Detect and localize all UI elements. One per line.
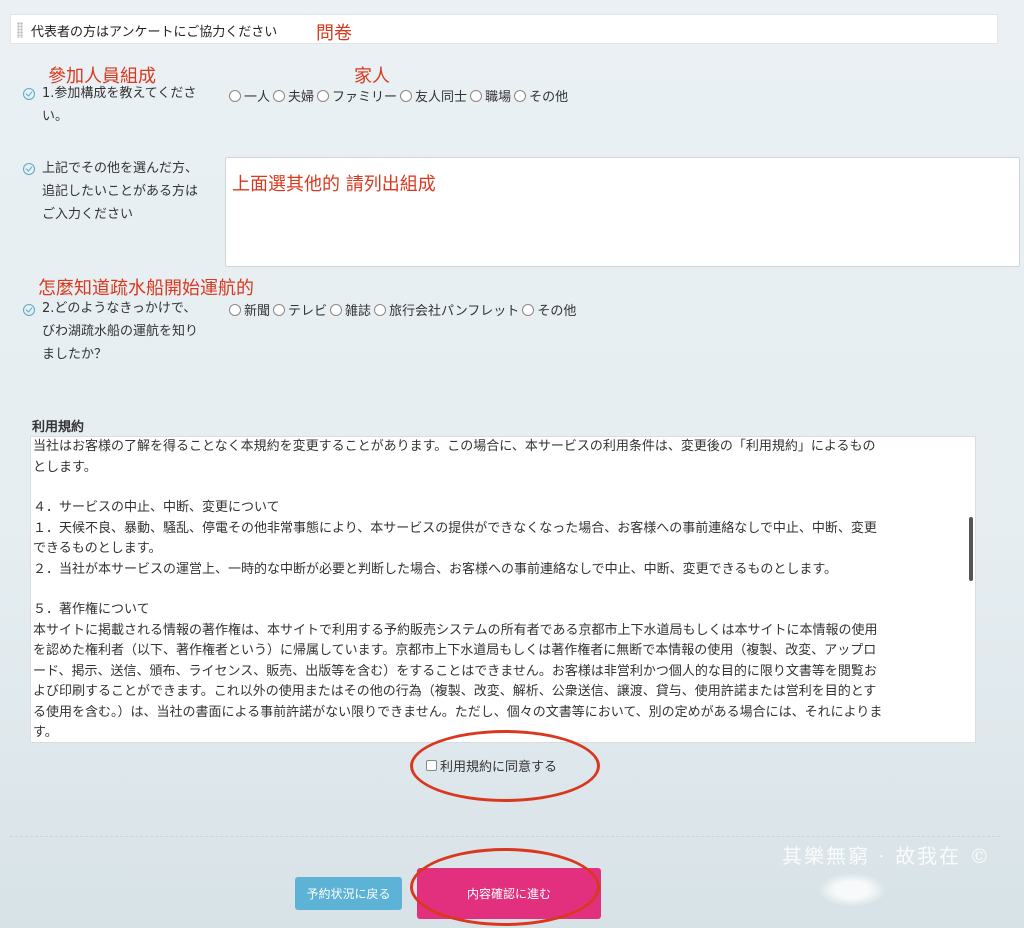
- terms-line: る使用を含む。）は、当社の書面による事前許諾がない限りできません。ただし、個々の…: [33, 704, 883, 720]
- terms-line: ２．当社が本サービスの運営上、一時的な中断が必要と判断した場合、お客様への事前連…: [33, 561, 838, 577]
- terms-scrollbar[interactable]: [969, 517, 973, 581]
- annotation-circle-agree: [410, 730, 600, 802]
- terms-line: ード、掲示、送信、頒布、ライセンス、販売、出版等を含む）をすることはできません。…: [33, 663, 877, 679]
- required-check-icon: [23, 163, 35, 175]
- annotation-circle-next: [410, 848, 600, 926]
- q1-option-friends[interactable]: 友人同士: [400, 86, 467, 105]
- terms-line: １．天候不良、暴動、騒乱、停電その他非常事態により、本サービスの提供ができなくな…: [33, 520, 877, 536]
- annotation-other: 上面選其他的 請列出組成: [232, 174, 436, 195]
- terms-line: ４．サービスの中止、中断、変更について: [33, 500, 280, 515]
- radio-button[interactable]: [470, 89, 483, 102]
- radio-button[interactable]: [273, 89, 286, 102]
- required-check-icon: [23, 304, 35, 316]
- q1-options: 一人 夫婦 ファミリー 友人同士 職場 その他: [229, 86, 571, 105]
- q1-option-family[interactable]: ファミリー: [317, 86, 397, 105]
- radio-button[interactable]: [374, 303, 387, 316]
- required-check-icon: [23, 88, 35, 100]
- terms-text: 当社はお客様の了解を得ることなく本規約を変更することがあります。この場合に、本サ…: [33, 437, 963, 742]
- radio-button[interactable]: [514, 89, 527, 102]
- q1-option-couple[interactable]: 夫婦: [273, 86, 314, 105]
- divider: [10, 836, 1000, 837]
- radio-button[interactable]: [229, 89, 241, 102]
- q2-option-other[interactable]: その他: [522, 300, 576, 319]
- back-to-reservation-button[interactable]: 予約状況に戻る: [295, 877, 402, 910]
- radio-button[interactable]: [522, 303, 535, 316]
- q1-option-other[interactable]: その他: [514, 86, 568, 105]
- terms-line: を認めた権利者（以下、著作権者という）に帰属しています。京都市上下水道局もしくは…: [33, 643, 877, 658]
- q2-label: 2.どのようなきっかけで、 びわ湖疏水船の運航を知り ましたか？: [42, 301, 199, 362]
- terms-line: ５．著作権について: [33, 602, 150, 617]
- watermark-splash: [812, 870, 892, 910]
- q1-option-alone[interactable]: 一人: [229, 86, 270, 105]
- radio-button[interactable]: [317, 89, 330, 102]
- annotation-survey: 問卷: [316, 23, 352, 44]
- terms-line: とします。: [33, 459, 97, 475]
- terms-line: できるものとします。: [33, 541, 162, 556]
- q2-option-tv[interactable]: テレビ: [273, 300, 327, 319]
- radio-button[interactable]: [330, 303, 343, 316]
- terms-line: よび印刷することができます。これ以外の使用またはその他の行為（複製、改変、解析、…: [33, 684, 877, 699]
- radio-button[interactable]: [273, 303, 286, 316]
- terms-line: 本サイトに掲載される情報の著作権は、本サイトで利用する予約販売システムの所有者で…: [33, 622, 878, 638]
- terms-line: 当社はお客様の了解を得ることなく本規約を変更することがあります。この場合に、本サ…: [33, 439, 876, 454]
- q2-options: 新聞 テレビ 雑誌 旅行会社パンフレット その他: [229, 300, 579, 319]
- q2-option-newspaper[interactable]: 新聞: [229, 300, 270, 319]
- q2-option-magazine[interactable]: 雑誌: [330, 300, 371, 319]
- radio-button[interactable]: [400, 89, 413, 102]
- annotation-family: 家人: [354, 66, 390, 87]
- watermark: 其樂無窮 · 故我在 ©: [782, 844, 992, 868]
- terms-heading: 利用規約: [32, 420, 85, 435]
- other-label: 上記でその他を選んだ方、 追記したいことがある方は ご入力ください: [42, 161, 199, 222]
- radio-button[interactable]: [229, 303, 241, 316]
- survey-header-panel: 代表者の方はアンケートにご協力ください: [10, 14, 998, 44]
- q1-label: 1.参加構成を教えてくださ い。: [42, 86, 197, 124]
- drag-handle-icon[interactable]: [17, 22, 23, 38]
- q1-option-work[interactable]: 職場: [470, 86, 511, 105]
- survey-title: 代表者の方はアンケートにご協力ください: [31, 25, 278, 40]
- terms-scroll-box[interactable]: 当社はお客様の了解を得ることなく本規約を変更することがあります。この場合に、本サ…: [30, 436, 976, 743]
- q2-option-travel-pamphlet[interactable]: 旅行会社パンフレット: [374, 300, 519, 319]
